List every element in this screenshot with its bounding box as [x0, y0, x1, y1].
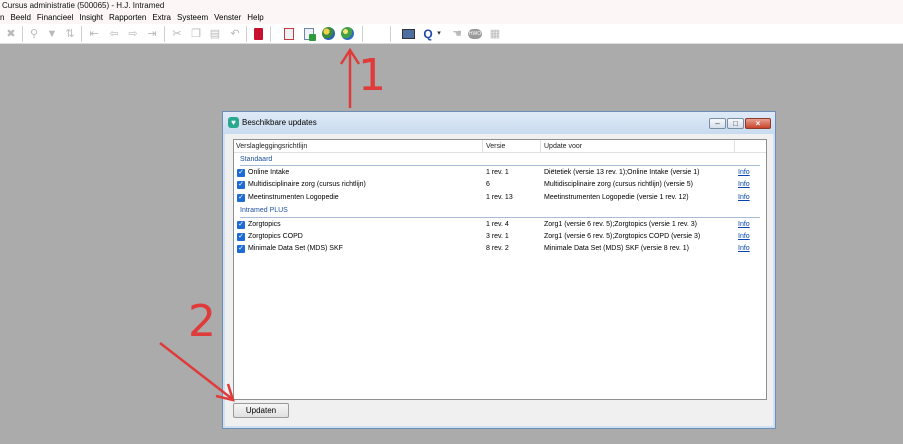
- row-update-voor: Zorg1 (versie 6 rev. 5);Zorgtopics COPD …: [544, 233, 701, 240]
- row-name: Multidisciplinaire zorg (cursus richtlij…: [248, 181, 366, 188]
- maximize-button[interactable]: □: [727, 118, 744, 129]
- row-update-voor: Meetinstrumenten Logopedie (versie 1 rev…: [544, 194, 689, 201]
- filter-icon[interactable]: ▼: [45, 27, 59, 41]
- grid-header: Verslagleggingsrichtlijn Versie Update v…: [234, 140, 766, 153]
- menu-item-financieel[interactable]: Financieel: [37, 12, 73, 24]
- toolbar-separator: [246, 26, 247, 42]
- table-row[interactable]: ✓ Online Intake 1 rev. 1 Diëtetiek (vers…: [234, 167, 766, 179]
- row-info-link[interactable]: Info: [738, 219, 764, 231]
- monitor-icon[interactable]: [401, 27, 415, 41]
- table-row[interactable]: ✓ Meetinstrumenten Logopedie 1 rev. 13 M…: [234, 192, 766, 204]
- search-icon[interactable]: ⚲: [27, 27, 41, 41]
- add-doc-icon[interactable]: [302, 27, 316, 41]
- prev-icon[interactable]: ⇦: [107, 27, 121, 41]
- table-row[interactable]: ✓ Zorgtopics COPD 3 rev. 1 Zorg1 (versie…: [234, 231, 766, 243]
- app-title: Cursus administratie (500065) - H.J. Int…: [2, 1, 165, 10]
- row-checkbox[interactable]: ✓: [237, 194, 245, 202]
- next-icon[interactable]: ⇨: [126, 27, 140, 41]
- menu-bar: n Beeld Financieel Insight Rapporten Extra Sys…: [0, 12, 903, 24]
- globe-icon[interactable]: [341, 27, 355, 41]
- hwo-icon[interactable]: HWO: [468, 27, 482, 41]
- menu-item-beeld[interactable]: Beeld: [10, 12, 30, 24]
- row-info-link[interactable]: Info: [738, 192, 764, 204]
- group-divider: [240, 217, 760, 218]
- row-versie: 1 rev. 1: [486, 169, 509, 176]
- trash-icon[interactable]: ✖: [4, 27, 18, 41]
- column-header-versie[interactable]: Versie: [484, 140, 541, 153]
- column-header-name[interactable]: Verslagleggingsrichtlijn: [234, 140, 483, 153]
- row-versie: 8 rev. 2: [486, 245, 509, 252]
- menu-item-extra[interactable]: Extra: [152, 12, 171, 24]
- row-checkbox[interactable]: ✓: [237, 221, 245, 229]
- row-update-voor: Multidisciplinaire zorg (cursus richtlij…: [544, 181, 693, 188]
- row-versie: 1 rev. 4: [486, 221, 509, 228]
- close-button[interactable]: ×: [745, 118, 771, 129]
- toolbar-separator: [164, 26, 165, 42]
- check-doc-icon[interactable]: [282, 27, 296, 41]
- q-dropdown-icon[interactable]: ▾: [435, 27, 443, 41]
- updates-dialog: ♥ Beschikbare updates – □ × Verslagleggi…: [222, 111, 776, 429]
- row-checkbox[interactable]: ✓: [237, 181, 245, 189]
- row-versie: 1 rev. 13: [486, 194, 513, 201]
- row-name: Minimale Data Set (MDS) SKF: [248, 245, 343, 252]
- row-name: Online Intake: [248, 169, 290, 176]
- toolbar-separator: [390, 26, 391, 42]
- q-icon[interactable]: Q: [421, 27, 435, 41]
- book-icon[interactable]: [251, 27, 265, 41]
- menu-item-venster[interactable]: Venster: [214, 12, 241, 24]
- toolbar-separator: [22, 26, 23, 42]
- dialog-title: Beschikbare updates: [242, 118, 317, 127]
- menu-item-rapporten[interactable]: Rapporten: [109, 12, 146, 24]
- row-versie: 6: [486, 181, 490, 188]
- toolbar: ✖ ⚲ ▼ ⇅ ⇤ ⇦ ⇨ ⇥ ✂ ❐ ▤ ↶ Q ▾ ☚ HWO ▦: [0, 24, 903, 44]
- annotation-number-2: 2: [188, 296, 216, 347]
- minimize-button[interactable]: –: [709, 118, 726, 129]
- cut-icon[interactable]: ✂: [170, 27, 184, 41]
- last-icon[interactable]: ⇥: [145, 27, 159, 41]
- row-info-link[interactable]: Info: [738, 179, 764, 191]
- toolbar-separator: [81, 26, 82, 42]
- group-label-intramed-plus: Intramed PLUS: [240, 207, 288, 214]
- row-name: Zorgtopics COPD: [248, 233, 303, 240]
- toolbar-separator: [362, 26, 363, 42]
- grid-icon[interactable]: ▦: [488, 27, 502, 41]
- table-row[interactable]: ✓ Multidisciplinaire zorg (cursus richtl…: [234, 179, 766, 191]
- copy-icon[interactable]: ❐: [189, 27, 203, 41]
- sort-icon[interactable]: ⇅: [63, 27, 77, 41]
- column-header-update-voor[interactable]: Update voor: [542, 140, 735, 153]
- group-divider: [240, 165, 760, 166]
- updates-grid: Verslagleggingsrichtlijn Versie Update v…: [233, 139, 767, 400]
- menu-item-systeem[interactable]: Systeem: [177, 12, 208, 24]
- menu-item-insight[interactable]: Insight: [79, 12, 103, 24]
- row-update-voor: Zorg1 (versie 6 rev. 5);Zorgtopics (vers…: [544, 221, 698, 228]
- paste-icon[interactable]: ▤: [208, 27, 222, 41]
- menu-item-help[interactable]: Help: [247, 12, 263, 24]
- app-title-bar: Cursus administratie (500065) - H.J. Int…: [0, 0, 903, 12]
- hands-icon[interactable]: ☚: [450, 27, 464, 41]
- row-update-voor: Minimale Data Set (MDS) SKF (versie 8 re…: [544, 245, 689, 252]
- row-versie: 3 rev. 1: [486, 233, 509, 240]
- annotation-number-1: 1: [358, 50, 386, 101]
- row-checkbox[interactable]: ✓: [237, 169, 245, 177]
- update-button[interactable]: Updaten: [233, 403, 289, 418]
- undo-icon[interactable]: ↶: [228, 27, 242, 41]
- row-update-voor: Diëtetiek (versie 13 rev. 1);Online Inta…: [544, 169, 700, 176]
- row-name: Meetinstrumenten Logopedie: [248, 194, 339, 201]
- dialog-title-bar: ♥ Beschikbare updates – □ ×: [223, 112, 775, 134]
- table-row[interactable]: ✓ Zorgtopics 1 rev. 4 Zorg1 (versie 6 re…: [234, 219, 766, 231]
- column-header-info[interactable]: [736, 140, 766, 153]
- first-icon[interactable]: ⇤: [87, 27, 101, 41]
- row-info-link[interactable]: Info: [738, 231, 764, 243]
- table-row[interactable]: ✓ Minimale Data Set (MDS) SKF 8 rev. 2 M…: [234, 243, 766, 255]
- globe-update-icon[interactable]: [322, 27, 336, 41]
- shield-icon: ♥: [228, 117, 239, 128]
- toolbar-separator: [270, 26, 271, 42]
- row-checkbox[interactable]: ✓: [237, 233, 245, 241]
- row-info-link[interactable]: Info: [738, 167, 764, 179]
- row-name: Zorgtopics: [248, 221, 281, 228]
- menu-item-n[interactable]: n: [0, 12, 4, 24]
- row-info-link[interactable]: Info: [738, 243, 764, 255]
- row-checkbox[interactable]: ✓: [237, 245, 245, 253]
